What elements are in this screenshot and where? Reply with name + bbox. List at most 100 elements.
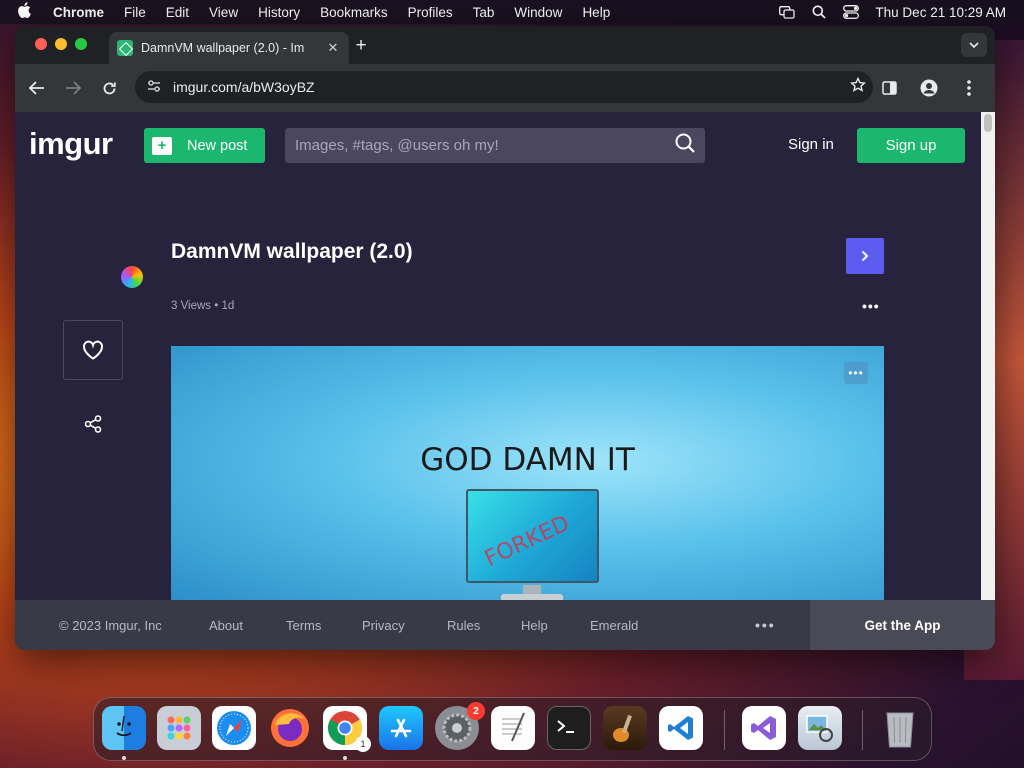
browser-tab-active[interactable]: DamnVM wallpaper (2.0) - Im ✕ [109, 32, 349, 64]
browser-toolbar: imgur.com/a/bW3oyBZ [15, 64, 995, 112]
footer-link-emerald[interactable]: Emerald [590, 618, 638, 633]
menu-file[interactable]: File [124, 5, 146, 20]
safari-icon[interactable] [212, 706, 256, 750]
arrow-right-icon [66, 81, 81, 95]
toolbar-right-actions [871, 70, 987, 106]
footer-link-rules[interactable]: Rules [447, 618, 480, 633]
terminal-icon[interactable] [547, 706, 591, 750]
visual-studio-icon[interactable] [742, 706, 786, 750]
chevron-down-icon [969, 42, 979, 48]
system-settings-icon[interactable]: 2 [435, 702, 485, 750]
chevron-right-icon [861, 250, 869, 262]
tab-close-icon[interactable]: ✕ [325, 40, 341, 56]
heart-icon [83, 340, 103, 360]
sign-in-link[interactable]: Sign in [788, 136, 834, 153]
macos-dock: 1 2 [93, 697, 932, 761]
dock-separator [724, 710, 725, 750]
image-options-button[interactable]: ••• [844, 362, 868, 384]
chrome-badge: 1 [355, 736, 371, 752]
chrome-window: DamnVM wallpaper (2.0) - Im ✕ + imgur.co… [15, 26, 995, 650]
monitor-stamp-text: FORKED [480, 511, 574, 572]
post-meta: 3 Views • 1d [171, 300, 235, 312]
new-post-button[interactable]: + New post [144, 128, 265, 163]
imgur-logo[interactable]: imgur [29, 126, 113, 162]
next-post-button[interactable] [846, 238, 884, 274]
share-button[interactable] [81, 412, 105, 436]
menu-tab[interactable]: Tab [473, 5, 495, 20]
fullscreen-window-button[interactable] [75, 38, 87, 50]
imgur-page: imgur + New post Sign in Sign up DamnVM … [15, 112, 995, 650]
reload-button[interactable] [91, 70, 127, 106]
user-avatar[interactable] [121, 266, 143, 288]
spotlight-search-icon[interactable] [811, 5, 827, 19]
trash-icon[interactable] [878, 706, 922, 750]
control-center-icon[interactable] [843, 5, 860, 19]
preview-icon[interactable] [798, 706, 842, 750]
site-info-icon[interactable] [143, 79, 165, 95]
menu-help[interactable]: Help [582, 5, 610, 20]
scrollbar-thumb[interactable] [984, 114, 992, 132]
favorite-button[interactable] [63, 320, 123, 380]
screen-mirroring-icon[interactable] [779, 5, 796, 19]
side-panel-button[interactable] [871, 70, 907, 106]
apple-menu-icon[interactable] [18, 2, 36, 22]
image-caption-text: GOD DAMN IT [420, 442, 635, 478]
imgur-favicon-icon [117, 40, 133, 56]
minimize-window-button[interactable] [55, 38, 67, 50]
footer-copyright: © 2023 Imgur, Inc [59, 617, 162, 633]
menu-bookmarks[interactable]: Bookmarks [320, 5, 388, 20]
back-button[interactable] [19, 70, 55, 106]
footer-link-terms[interactable]: Terms [286, 618, 321, 633]
chrome-running-dot [343, 756, 347, 760]
url-text[interactable]: imgur.com/a/bW3oyBZ [173, 79, 843, 95]
footer-link-help[interactable]: Help [521, 618, 548, 633]
menu-view[interactable]: View [209, 5, 238, 20]
monitor-illustration: FORKED [466, 489, 599, 583]
share-icon [84, 415, 102, 433]
tab-strip: DamnVM wallpaper (2.0) - Im ✕ + [15, 26, 995, 64]
sign-up-button[interactable]: Sign up [857, 128, 965, 163]
new-post-label: New post [187, 137, 248, 154]
arrow-left-icon [29, 81, 44, 95]
launchpad-icon[interactable] [157, 706, 201, 750]
footer-link-about[interactable]: About [209, 618, 243, 633]
post-options-button[interactable]: ••• [862, 298, 880, 314]
address-bar[interactable]: imgur.com/a/bW3oyBZ [135, 71, 873, 103]
bookmark-star-icon[interactable] [843, 76, 873, 98]
finder-icon[interactable] [102, 706, 146, 750]
page-scrollbar[interactable] [981, 112, 995, 600]
plus-icon: + [152, 136, 172, 155]
post-image[interactable]: ••• GOD DAMN IT FORKED [171, 346, 884, 602]
forward-button[interactable] [55, 70, 91, 106]
reload-icon [103, 82, 116, 94]
imgur-footer: © 2023 Imgur, Inc About Terms Privacy Ru… [15, 600, 995, 650]
menu-edit[interactable]: Edit [166, 5, 189, 20]
close-window-button[interactable] [35, 38, 47, 50]
search-input[interactable] [295, 137, 665, 154]
textedit-icon[interactable] [491, 706, 535, 750]
get-the-app-button[interactable]: Get the App [810, 600, 995, 650]
vscode-icon[interactable] [659, 706, 703, 750]
garageband-icon[interactable] [603, 706, 647, 750]
menu-history[interactable]: History [258, 5, 300, 20]
footer-more-button[interactable]: ••• [755, 617, 776, 633]
finder-running-dot [122, 756, 126, 760]
app-store-icon[interactable] [379, 706, 423, 750]
menu-profiles[interactable]: Profiles [408, 5, 453, 20]
chrome-menu-button[interactable] [951, 70, 987, 106]
dock-separator-trash [862, 710, 863, 750]
new-tab-button[interactable]: + [351, 35, 371, 57]
chrome-icon[interactable]: 1 [323, 706, 371, 752]
imgur-search-box[interactable] [285, 128, 705, 163]
menu-window[interactable]: Window [514, 5, 562, 20]
firefox-icon[interactable] [268, 706, 312, 750]
search-icon[interactable] [665, 133, 705, 158]
kebab-menu-icon [967, 80, 971, 96]
footer-link-privacy[interactable]: Privacy [362, 618, 405, 633]
side-panel-icon [881, 81, 897, 95]
window-controls [35, 38, 87, 50]
menu-app-name[interactable]: Chrome [53, 5, 104, 20]
tab-search-button[interactable] [961, 33, 987, 57]
profile-button[interactable] [911, 70, 947, 106]
menu-bar-clock[interactable]: Thu Dec 21 10:29 AM [875, 5, 1006, 20]
